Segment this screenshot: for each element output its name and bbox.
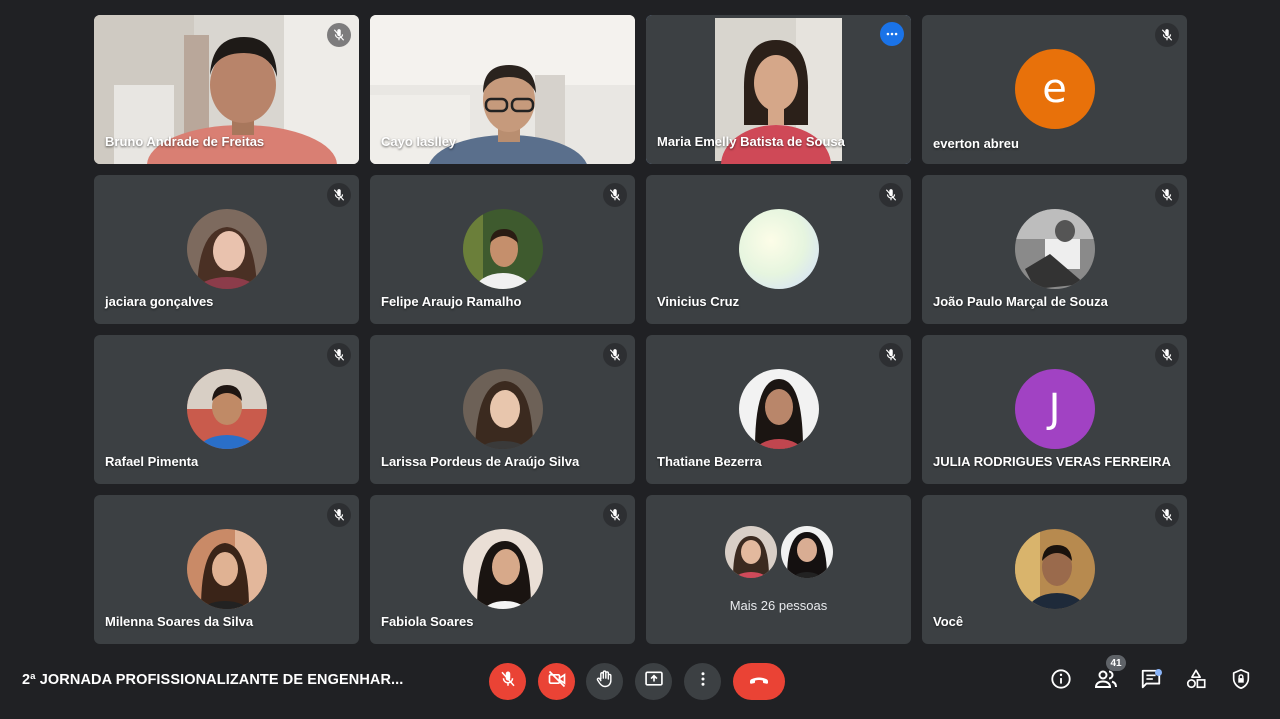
avatar xyxy=(738,209,819,289)
avatar xyxy=(462,369,543,449)
avatar xyxy=(186,529,267,609)
mic-off-icon xyxy=(327,343,351,367)
more-participants-avatars xyxy=(723,525,834,579)
avatar xyxy=(779,525,834,579)
mic-toggle-button[interactable] xyxy=(489,663,526,700)
participant-name: Rafael Pimenta xyxy=(105,454,199,469)
meeting-title: 2ª JORNADA PROFISSIONALIZANTE DE ENGENHA… xyxy=(22,672,404,688)
avatar xyxy=(186,209,267,289)
participant-name: Vinicius Cruz xyxy=(657,294,740,309)
participant-name: JULIA RODRIGUES VERAS FERREIRA xyxy=(933,454,1171,469)
avatar: e xyxy=(1014,49,1095,129)
mic-off-icon xyxy=(1155,23,1179,47)
mic-off-icon xyxy=(327,23,351,47)
people-icon xyxy=(1094,668,1118,695)
participant-name: Cayo Iaslley xyxy=(381,134,457,149)
more-participants-tile[interactable]: Mais 26 pessoas xyxy=(646,495,911,644)
participant-name: jaciara gonçalves xyxy=(105,294,214,309)
participant-tile[interactable]: Bruno Andrade de Freitas xyxy=(94,15,359,164)
participant-tile[interactable]: e everton abreu xyxy=(922,15,1187,164)
participant-tile[interactable]: jaciara gonçalves xyxy=(94,175,359,324)
participant-name: Thatiane Bezerra xyxy=(657,454,762,469)
participant-tile-speaking[interactable]: Maria Emelly Batista de Sousa xyxy=(646,15,911,164)
unread-indicator xyxy=(1155,669,1162,676)
participant-name: Larissa Pordeus de Araújo Silva xyxy=(381,454,580,469)
mic-off-icon xyxy=(499,670,517,693)
avatar xyxy=(462,209,543,289)
camera-toggle-button[interactable] xyxy=(538,663,575,700)
present-now-button[interactable] xyxy=(635,663,672,700)
present-screen-icon xyxy=(644,669,664,694)
avatar xyxy=(738,369,819,449)
participant-tile[interactable]: Thatiane Bezerra xyxy=(646,335,911,484)
info-icon xyxy=(1050,668,1072,695)
participant-tile[interactable]: J JULIA RODRIGUES VERAS FERREIRA xyxy=(922,335,1187,484)
participant-name: Maria Emelly Batista de Sousa xyxy=(657,134,845,149)
participant-tile[interactable]: Fabiola Soares xyxy=(370,495,635,644)
meeting-details-button[interactable] xyxy=(1048,668,1074,694)
participant-tile[interactable]: Vinicius Cruz xyxy=(646,175,911,324)
hang-up-icon xyxy=(747,667,771,696)
participant-tile[interactable]: Rafael Pimenta xyxy=(94,335,359,484)
participant-tile[interactable]: Cayo Iaslley xyxy=(370,15,635,164)
participant-name: João Paulo Marçal de Souza xyxy=(933,294,1108,309)
activities-button[interactable] xyxy=(1183,668,1209,694)
participant-tile[interactable]: Milenna Soares da Silva xyxy=(94,495,359,644)
participant-name: Milenna Soares da Silva xyxy=(105,614,254,629)
host-controls-button[interactable] xyxy=(1228,668,1254,694)
participant-name: Fabiola Soares xyxy=(381,614,474,629)
mic-off-icon xyxy=(603,503,627,527)
participants-button[interactable] xyxy=(1093,668,1119,694)
camera-off-icon xyxy=(547,669,567,694)
avatar: J xyxy=(1014,369,1095,449)
mic-off-icon xyxy=(603,343,627,367)
participant-name: Bruno Andrade de Freitas xyxy=(105,134,265,149)
mic-off-icon xyxy=(327,183,351,207)
avatar xyxy=(1014,529,1095,609)
more-options-button[interactable] xyxy=(684,663,721,700)
avatar xyxy=(723,525,778,579)
self-tile[interactable]: Você xyxy=(922,495,1187,644)
raise-hand-icon xyxy=(595,669,615,694)
raise-hand-button[interactable] xyxy=(586,663,623,700)
mic-off-icon xyxy=(1155,503,1179,527)
participant-tile[interactable]: João Paulo Marçal de Souza xyxy=(922,175,1187,324)
participant-tile[interactable]: Felipe Araujo Ramalho xyxy=(370,175,635,324)
more-horiz-icon[interactable] xyxy=(880,22,904,46)
avatar xyxy=(186,369,267,449)
leave-call-button[interactable] xyxy=(733,663,785,700)
avatar xyxy=(1014,209,1095,289)
participant-count-badge: 41 xyxy=(1106,655,1126,671)
mic-off-icon xyxy=(1155,343,1179,367)
mic-off-icon xyxy=(603,183,627,207)
participant-name: Felipe Araujo Ramalho xyxy=(381,294,522,309)
participant-name: everton abreu xyxy=(933,136,1019,151)
more-participants-label: Mais 26 pessoas xyxy=(729,598,828,613)
participant-name: Você xyxy=(933,614,964,629)
activities-icon xyxy=(1185,668,1207,695)
mic-off-icon xyxy=(1155,183,1179,207)
mic-off-icon xyxy=(327,503,351,527)
participant-grid: Bruno Andrade de Freitas Cayo Iaslley Ma… xyxy=(94,15,1187,644)
avatar xyxy=(462,529,543,609)
mic-off-icon xyxy=(879,183,903,207)
more-vert-icon xyxy=(694,670,712,693)
participant-tile[interactable]: Larissa Pordeus de Araújo Silva xyxy=(370,335,635,484)
mic-off-icon xyxy=(879,343,903,367)
host-controls-icon xyxy=(1230,668,1252,695)
